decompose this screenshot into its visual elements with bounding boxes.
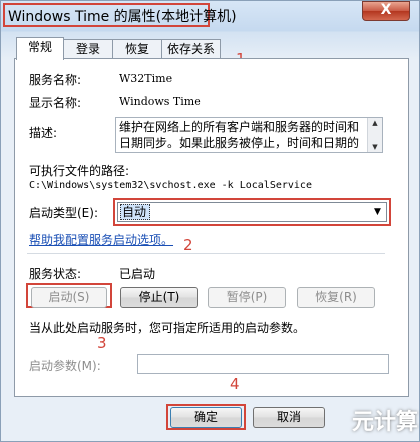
startup-type-select[interactable]: 自动 ▼	[117, 202, 387, 222]
display-name-value: Windows Time	[119, 95, 201, 108]
exec-path-value: C:\Windows\system32\svchost.exe -k Local…	[29, 180, 312, 191]
watermark-logo: 元计算	[352, 410, 419, 435]
start-button[interactable]: 启动(S)	[31, 287, 107, 308]
status-label: 服务状态:	[29, 267, 82, 281]
description-scrollbar[interactable]: ▲ ▼	[367, 118, 382, 152]
service-name-value: W32Time	[119, 72, 173, 85]
tab-logon[interactable]: 登录	[63, 39, 113, 58]
help-config-link[interactable]: 帮助我配置服务启动选项。	[29, 231, 173, 248]
ok-button[interactable]: 确定	[170, 407, 242, 428]
stop-button[interactable]: 停止(T)	[120, 287, 198, 308]
separator	[27, 253, 385, 254]
scroll-up-icon[interactable]: ▲	[368, 118, 382, 128]
dropdown-arrow-icon[interactable]: ▼	[370, 204, 385, 220]
start-params-hint: 当从此处启动服务时，您可指定所适用的启动参数。	[29, 321, 306, 335]
scroll-down-icon[interactable]: ▼	[368, 142, 382, 152]
description-label: 描述:	[29, 126, 58, 140]
resume-button[interactable]: 恢复(R)	[297, 287, 375, 308]
start-params-input[interactable]	[137, 354, 389, 374]
startup-type-label: 启动类型(E):	[29, 206, 98, 220]
description-box[interactable]: 维护在网络上的所有客户端和服务器的时间和日期同步。如果此服务被停止，时间和日期的…	[115, 117, 383, 153]
tab-general[interactable]: 常规	[16, 37, 64, 60]
annotation-4: 4	[230, 375, 240, 393]
annotation-3: 3	[97, 334, 107, 352]
close-button[interactable]: X	[362, 1, 410, 21]
tab-recovery[interactable]: 恢复	[112, 39, 162, 58]
status-value: 已启动	[119, 267, 156, 281]
exec-path-label: 可执行文件的路径:	[29, 164, 130, 178]
startup-type-value: 自动	[120, 204, 150, 220]
annotation-2: 2	[183, 236, 193, 254]
description-text: 维护在网络上的所有客户端和服务器的时间和日期同步。如果此服务被停止，时间和日期的	[119, 120, 360, 150]
window-title: Windows Time 的属性(本地计算机)	[8, 9, 237, 25]
tab-dependencies[interactable]: 依存关系	[161, 39, 221, 58]
start-params-label: 启动参数(M):	[29, 359, 101, 373]
pause-button[interactable]: 暂停(P)	[208, 287, 286, 308]
service-name-label: 服务名称:	[29, 73, 82, 87]
display-name-label: 显示名称:	[29, 96, 82, 110]
cancel-button[interactable]: 取消	[253, 407, 325, 428]
